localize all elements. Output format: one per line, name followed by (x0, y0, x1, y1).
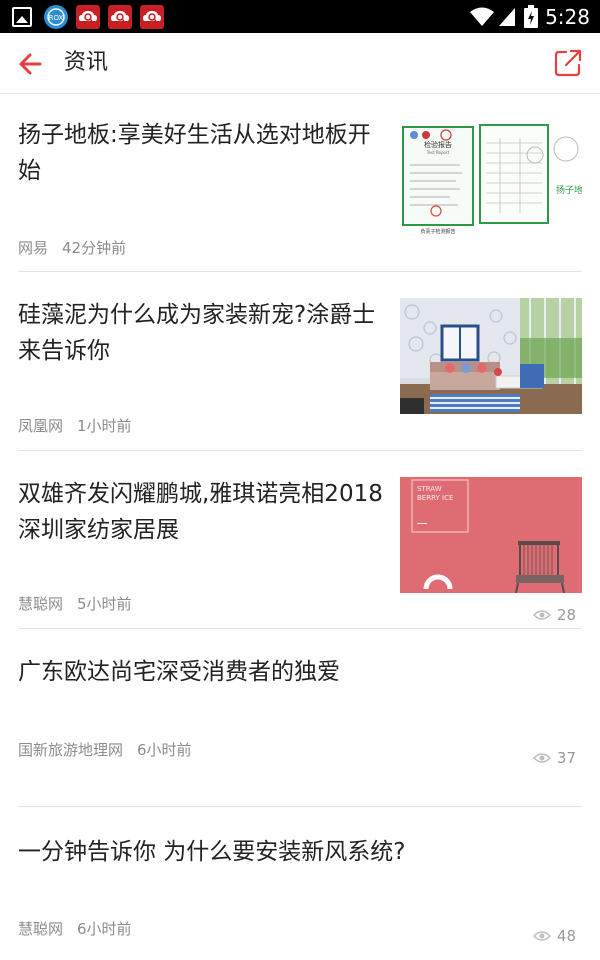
eye-icon (532, 931, 551, 941)
view-count: 37 (532, 749, 576, 767)
news-thumbnail: 检验报告 Test Report 负责子检测报告 扬子地 真环保 环保 (400, 123, 582, 239)
news-meta: 慧聪网 5小时前 (18, 594, 132, 614)
view-count-value: 37 (556, 749, 576, 767)
report-caption: 负责子检测报告 (420, 228, 455, 235)
list-item[interactable]: 双雄齐发闪耀鹏城,雅琪诺亮相2018深圳家纺家居展 慧聪网 5小时前 STRAW … (18, 451, 582, 629)
list-item[interactable]: 一分钟告诉你 为什么要安装新风系统? 慧聪网 6小时前 48 (18, 807, 582, 960)
news-time: 6小时前 (77, 920, 132, 938)
thumb-side-text: 扬子地 真环保 环保 (556, 184, 582, 196)
arrow-left-icon (19, 53, 42, 75)
news-time: 6小时前 (137, 741, 192, 759)
news-source: 网易 (18, 239, 49, 257)
news-source: 慧聪网 (18, 595, 64, 613)
list-item[interactable]: 广东欧达尚宅深受消费者的独爱 国新旅游地理网 6小时前 37 (18, 629, 582, 807)
battery-icon (524, 4, 539, 28)
news-meta: 国新旅游地理网 6小时前 (18, 740, 192, 760)
news-title: 硅藻泥为什么成为家装新宠?涂爵士来告诉你 (18, 302, 376, 364)
news-meta: 慧聪网 6小时前 (18, 919, 132, 939)
status-time: 5:28 (545, 4, 590, 29)
share-button[interactable] (552, 47, 584, 79)
signal-icon (499, 7, 516, 26)
svg-text:ROX: ROX (49, 14, 64, 22)
app-icon: ROX (44, 5, 68, 29)
view-count-value: 48 (556, 927, 576, 945)
thumb-text-line2: BERRY ICE (417, 494, 453, 502)
news-time: 42分钟前 (62, 239, 127, 257)
news-time: 5小时前 (77, 595, 132, 613)
list-item[interactable]: 扬子地板:享美好生活从选对地板开始 网易 42分钟前 检验报告 Test Repo… (18, 95, 582, 272)
news-source: 慧聪网 (18, 920, 64, 938)
gallery-icon (12, 7, 32, 27)
news-source: 凤凰网 (18, 417, 64, 435)
news-thumbnail (400, 298, 582, 414)
report-title: 检验报告 (424, 140, 452, 149)
wifi-icon (470, 7, 495, 26)
share-icon (554, 49, 582, 77)
cloud-search-icon (140, 5, 164, 29)
thumb-text-line1: STRAW (417, 485, 442, 493)
list-item[interactable]: 硅藻泥为什么成为家装新宠?涂爵士来告诉你 凤凰网 1小时前 (18, 272, 582, 451)
news-title: 扬子地板:享美好生活从选对地板开始 (18, 122, 371, 184)
news-title: 广东欧达尚宅深受消费者的独爱 (18, 659, 340, 685)
news-source: 国新旅游地理网 (18, 741, 124, 759)
status-bar: ROX 5:28 (0, 0, 600, 33)
news-title: 一分钟告诉你 为什么要安装新风系统? (18, 839, 406, 865)
view-count: 28 (532, 606, 576, 624)
app-bar: 资讯 (0, 33, 600, 94)
page-title: 资讯 (64, 50, 109, 75)
eye-icon (532, 610, 551, 620)
view-count-value: 28 (556, 606, 576, 624)
news-thumbnail: STRAW BERRY ICE (400, 477, 582, 593)
news-meta: 网易 42分钟前 (18, 238, 126, 258)
view-count: 48 (532, 927, 576, 945)
cloud-search-icon (108, 5, 132, 29)
news-time: 1小时前 (77, 417, 132, 435)
cloud-search-icon (76, 5, 100, 29)
back-button[interactable] (14, 48, 48, 80)
news-meta: 凤凰网 1小时前 (18, 416, 132, 436)
eye-icon (532, 753, 551, 763)
news-title: 双雄齐发闪耀鹏城,雅琪诺亮相2018深圳家纺家居展 (18, 481, 383, 543)
report-subtitle: Test Report (426, 150, 450, 155)
